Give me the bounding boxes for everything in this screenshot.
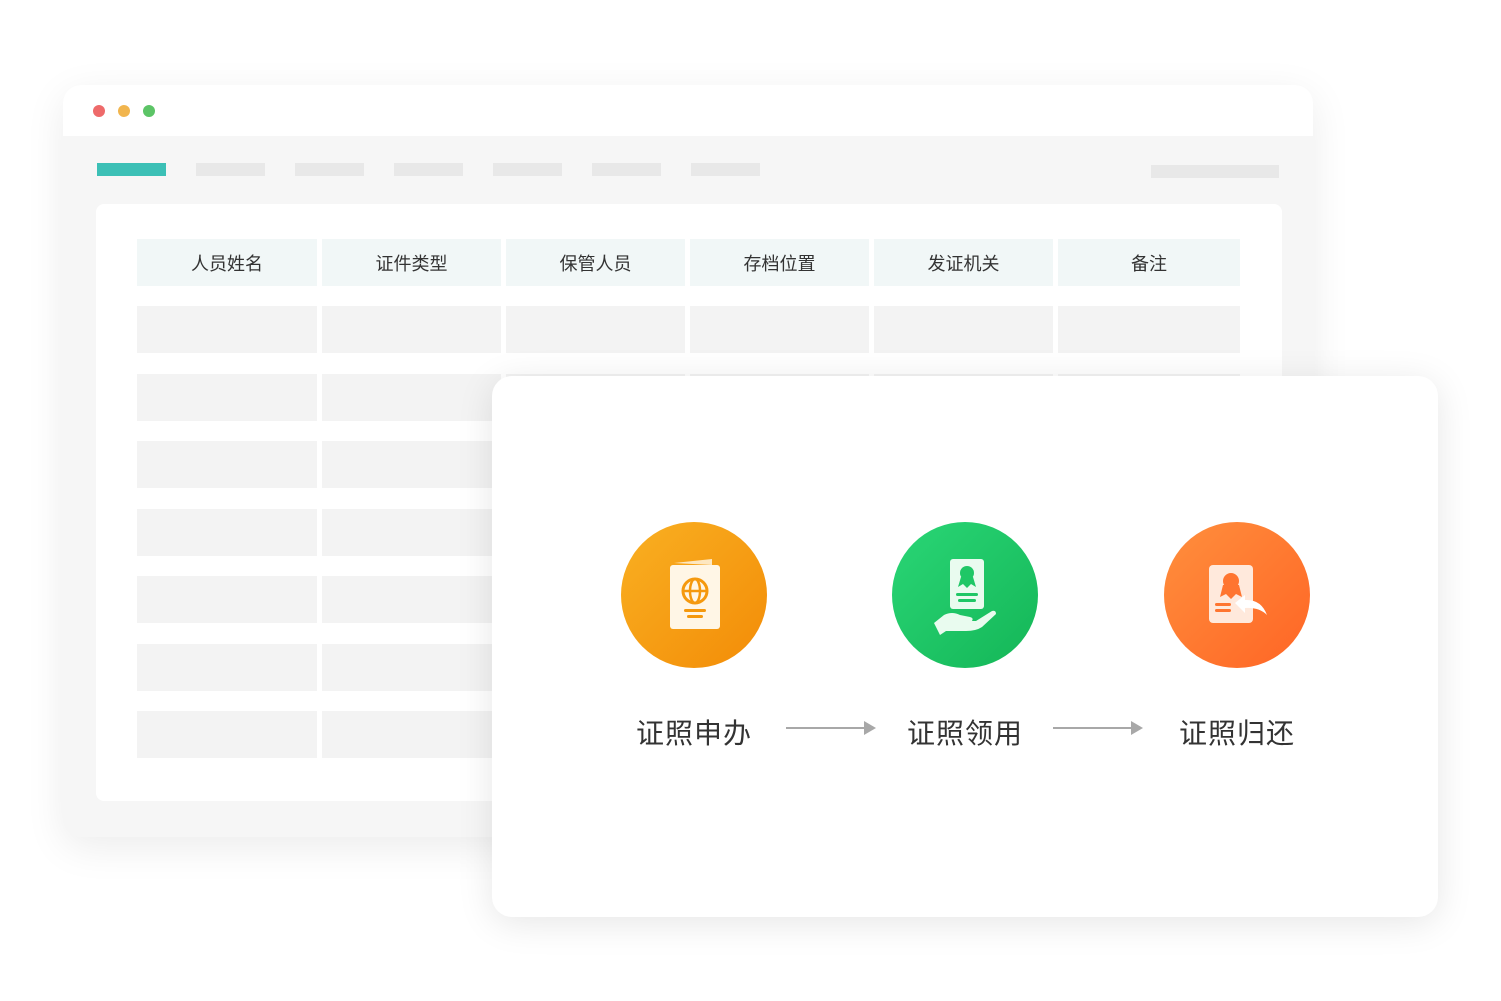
maximize-window-button[interactable] [143, 105, 155, 117]
step-return-circle [1164, 522, 1310, 668]
nav-tab-4[interactable] [394, 163, 463, 176]
step-apply-label: 证照申办 [635, 717, 752, 750]
step-apply[interactable]: 证照申办 [621, 522, 767, 750]
table-header-keeper: 保管人员 [506, 239, 685, 286]
arrow-right-icon [1053, 721, 1143, 735]
table-cell-placeholder [137, 711, 317, 758]
table-cell-placeholder [690, 306, 869, 353]
stage: 人员姓名 证件类型 保管人员 存档位置 发证机关 备注 证照申办 证照领用 证照… [0, 0, 1501, 1001]
table-cell-placeholder [322, 643, 501, 691]
step-receive-circle [892, 522, 1038, 668]
close-window-button[interactable] [93, 105, 105, 117]
nav-tab-3[interactable] [295, 163, 364, 176]
step-receive[interactable]: 证照领用 [892, 522, 1038, 750]
step-apply-circle [621, 522, 767, 668]
header-right-placeholder [1151, 165, 1279, 178]
table-cell-placeholder [137, 441, 317, 488]
table-header-location: 存档位置 [690, 239, 869, 286]
table-header-notes: 备注 [1058, 239, 1240, 286]
table-cell-placeholder [137, 576, 317, 623]
table-cell-placeholder [322, 576, 501, 623]
table-cell-placeholder [322, 306, 501, 353]
passport-icon [670, 559, 720, 629]
table-cell-placeholder [137, 373, 317, 421]
minimize-window-button[interactable] [118, 105, 130, 117]
certificate-return-icon [1209, 565, 1267, 623]
nav-tab-5[interactable] [493, 163, 562, 176]
table-header-type: 证件类型 [322, 239, 501, 286]
flow-card: 证照申办 证照领用 证照归还 [492, 376, 1438, 917]
step-return-label: 证照归还 [1178, 717, 1295, 750]
table-cell-placeholder [322, 441, 501, 488]
table-cell-placeholder [137, 643, 317, 691]
step-return[interactable]: 证照归还 [1164, 522, 1310, 750]
table-cell-placeholder [322, 508, 501, 556]
table-cell-placeholder [1058, 306, 1240, 353]
table-cell-placeholder [137, 306, 317, 353]
table-cell-placeholder [322, 711, 501, 758]
nav-tab-7[interactable] [691, 163, 760, 176]
step-receive-label: 证照领用 [906, 717, 1023, 750]
title-bar [63, 85, 1313, 136]
table-cell-placeholder [506, 306, 685, 353]
certificate-hand-icon [934, 559, 996, 635]
table-cell-placeholder [322, 373, 501, 421]
table-header-name: 人员姓名 [137, 239, 317, 286]
table-cell-placeholder [874, 306, 1053, 353]
nav-tab-6[interactable] [592, 163, 661, 176]
nav-tab-1[interactable] [97, 163, 166, 176]
table-cell-placeholder [137, 508, 317, 556]
nav-tab-2[interactable] [196, 163, 265, 176]
table-header-authority: 发证机关 [874, 239, 1053, 286]
